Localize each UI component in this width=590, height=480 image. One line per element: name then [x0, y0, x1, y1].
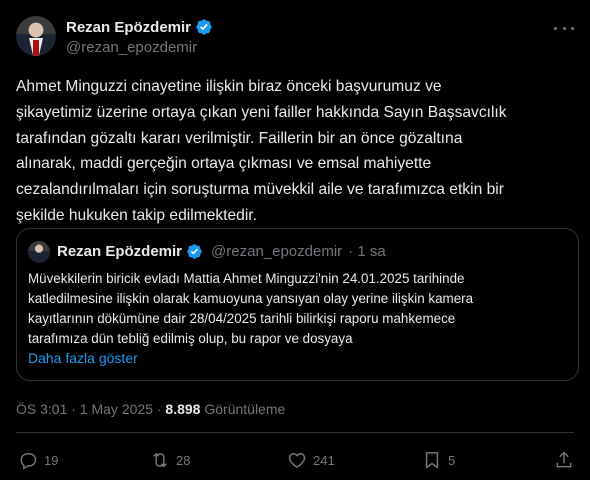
more-options-icon[interactable]: [554, 20, 574, 36]
bookmark-button[interactable]: 5: [422, 450, 455, 470]
divider: [16, 432, 574, 433]
tweet-meta: ÖS 3:01 · 1 May 2025 · 8.898 Görüntüleme: [16, 401, 285, 417]
share-icon: [556, 451, 572, 468]
quote-author-handle: @rezan_epozdemir: [211, 243, 343, 260]
bookmark-icon: [425, 452, 439, 469]
show-more-link[interactable]: Daha fazla göster: [28, 350, 138, 366]
quoted-tweet[interactable]: Rezan Epözdemir @rezan_epozdemir · 1 sa …: [16, 228, 579, 381]
quote-header: Rezan Epözdemir @rezan_epozdemir · 1 sa: [57, 243, 386, 260]
quote-author-name: Rezan Epözdemir: [57, 243, 183, 260]
author-avatar[interactable]: [16, 16, 56, 56]
reply-count: 19: [44, 452, 59, 468]
quote-time: · 1 sa: [348, 243, 386, 260]
repost-count: 28: [176, 452, 191, 468]
tweet-timestamp[interactable]: ÖS 3:01 · 1 May 2025 ·: [16, 401, 162, 417]
quote-verified-badge-icon: [187, 244, 202, 259]
views-count: 8.898: [165, 401, 201, 417]
quote-text: Müvekkilerin biricik evladı Mattia Ahmet…: [28, 271, 474, 346]
action-bar: 19 28 241 5: [16, 450, 576, 472]
bookmark-count: 5: [448, 452, 456, 468]
verified-badge-icon: [196, 19, 212, 35]
tweet-header: Rezan Epözdemir @rezan_epozdemir: [16, 14, 576, 58]
heart-icon: [288, 452, 306, 468]
views-label: Görüntüleme: [204, 401, 286, 417]
author-handle[interactable]: @rezan_epozdemir: [66, 39, 197, 56]
repost-icon: [153, 452, 167, 468]
repost-button[interactable]: 28: [150, 450, 190, 470]
like-button[interactable]: 241: [287, 450, 335, 470]
tweet-text: Ahmet Minguzzi cinayetine ilişkin biraz …: [16, 78, 507, 224]
author-name[interactable]: Rezan Epözdemir: [66, 19, 191, 36]
reply-button[interactable]: 19: [18, 450, 58, 470]
author-name-line: Rezan Epözdemir: [66, 18, 213, 36]
like-count: 241: [313, 452, 335, 468]
quote-author-avatar: [28, 241, 50, 263]
reply-icon: [20, 453, 37, 470]
share-button[interactable]: [554, 450, 574, 470]
